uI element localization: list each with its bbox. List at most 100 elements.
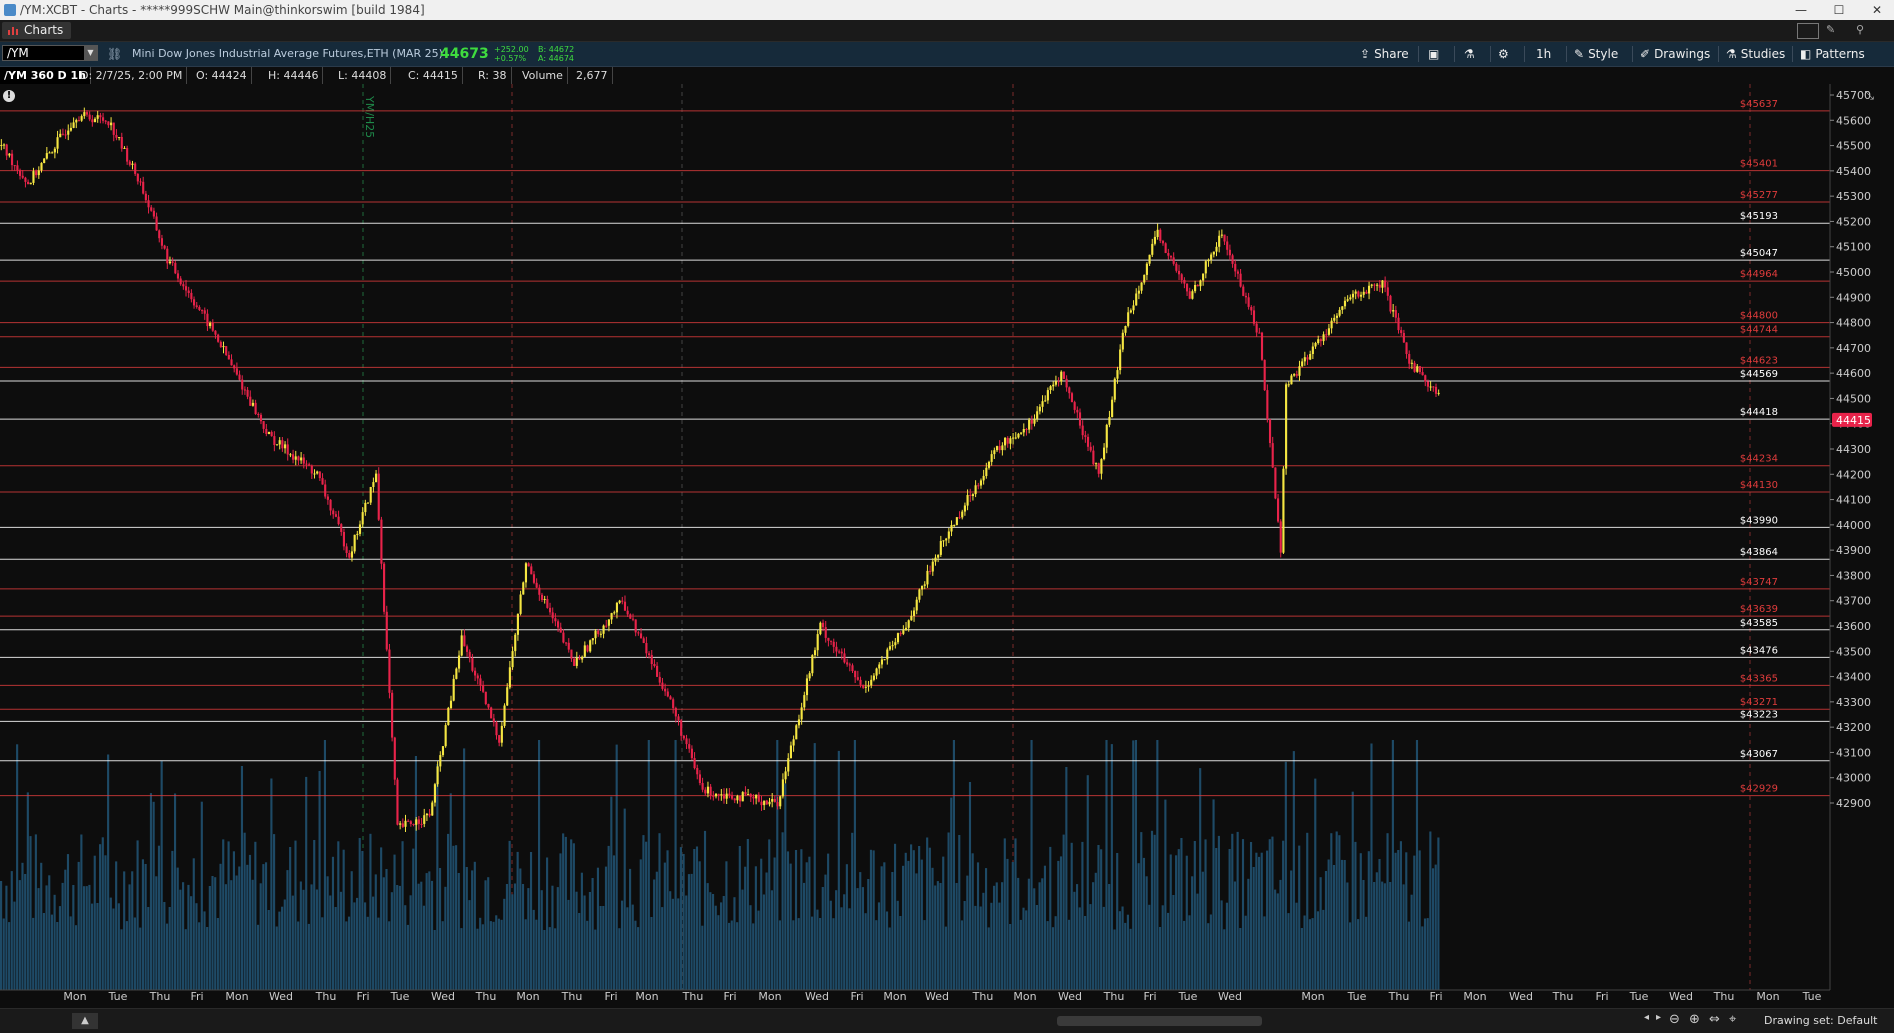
volume-bar (527, 888, 530, 990)
volume-bar (1381, 881, 1384, 990)
layout-box-icon[interactable] (1797, 23, 1819, 39)
candle-body (1319, 339, 1322, 342)
candle-body (1408, 354, 1411, 364)
candle-body (474, 670, 477, 676)
volume-bar (856, 888, 859, 990)
candle-body (706, 786, 710, 794)
volume-bar (299, 881, 302, 990)
link-icon[interactable]: ⛓ (107, 42, 122, 66)
candle-body (1070, 393, 1074, 403)
volume-bar (1110, 744, 1113, 990)
volume-bar (1332, 865, 1336, 990)
candle-body (1260, 332, 1264, 360)
volume-bar (663, 862, 666, 990)
volume-bar (398, 885, 401, 990)
candle-body (776, 802, 779, 807)
candle-body (1330, 320, 1333, 329)
time-tick-label: Mon (758, 990, 781, 1000)
candle-body (605, 625, 608, 627)
candle-body (393, 737, 396, 780)
minimize-button[interactable]: — (1784, 0, 1818, 20)
candle-body (1293, 374, 1296, 376)
candle-body (1333, 317, 1336, 321)
candle-body (985, 467, 988, 476)
candle-body (139, 181, 142, 183)
candle-body (262, 421, 265, 429)
volume-bar (152, 801, 155, 990)
zoom-out-icon[interactable]: ⊖ (1669, 1012, 1680, 1027)
volume-bar (1113, 929, 1116, 990)
flask-button[interactable]: ⚗ (1464, 42, 1475, 66)
volume-bar (1405, 852, 1408, 990)
volume-bar (1124, 922, 1127, 990)
price-tick-label: 43600 (1836, 620, 1871, 633)
price-level-label: $43067 (1740, 749, 1778, 760)
volume-bar (1298, 845, 1301, 990)
volume-bar (1351, 791, 1354, 990)
candle-body (1172, 257, 1175, 264)
volume-bar (176, 867, 179, 990)
scroll-left-icon[interactable]: ◂ (1644, 1012, 1649, 1023)
time-tick-label: Fri (190, 990, 203, 1000)
bid-ask: B: 44672 A: 44674 (538, 45, 574, 63)
volume-bar (13, 901, 16, 990)
chart-canvas[interactable]: YM/H25 $45637 $45401 $45277 $45193 $45047 $449… (0, 84, 1894, 1000)
volume-bar (26, 792, 29, 990)
studies-button[interactable]: ⚗ Studies (1726, 42, 1785, 66)
collapse-icon[interactable]: ⤡ (1864, 88, 1874, 103)
volume-bar (1022, 907, 1025, 990)
pin-icon[interactable]: ✎ (1826, 23, 1846, 37)
crosshair-icon[interactable]: ⌖ (1729, 1012, 1736, 1027)
volume-bar (1300, 928, 1303, 990)
pan-icon[interactable]: ⇔ (1709, 1012, 1720, 1027)
separator (1792, 46, 1793, 62)
patterns-button[interactable]: ◧ Patterns (1800, 42, 1865, 66)
volume-bar (1207, 923, 1210, 990)
chevron-down-icon[interactable]: ▼ (84, 46, 97, 60)
screenshot-button[interactable]: ▣ (1428, 42, 1439, 66)
candle-body (1327, 328, 1330, 335)
candle-body (792, 739, 795, 746)
time-tick-label: Thu (149, 990, 171, 1000)
volume-bar (877, 902, 881, 990)
zoom-in-icon[interactable]: ⊕ (1689, 1012, 1700, 1027)
volume-bar (1204, 839, 1207, 990)
time-tick-label: Wed (925, 990, 949, 1000)
volume-bar (101, 837, 104, 990)
drawing-set-label[interactable]: Drawing set: Default (1764, 1009, 1877, 1033)
volume-bar (99, 844, 102, 990)
style-button[interactable]: ✎ Style (1574, 42, 1618, 66)
candle-body (214, 330, 217, 335)
candle-body (1402, 333, 1405, 343)
candle-body (698, 774, 701, 783)
candle-body (1111, 399, 1114, 417)
price-chart[interactable]: YM/H25 $45637 $45401 $45277 $45193 $45047 $449… (0, 84, 1894, 1000)
chart-scrollbar[interactable] (1057, 1016, 1262, 1026)
scroll-right-icon[interactable]: ▸ (1656, 1012, 1661, 1023)
candle-body (589, 640, 592, 652)
detach-icon[interactable]: ⚲ (1856, 23, 1876, 37)
candle-body (10, 153, 14, 166)
candle-body (875, 668, 878, 676)
timeframe-button[interactable]: 1h (1536, 42, 1551, 66)
candle-body (1202, 273, 1205, 281)
volume-bar (939, 883, 942, 990)
expand-panel-button[interactable]: ▲ (72, 1013, 98, 1029)
volume-bar (283, 899, 286, 990)
candle-body (1086, 436, 1090, 447)
candle-body (374, 473, 378, 483)
alert-icon[interactable]: ! (3, 90, 15, 102)
drawings-button[interactable]: ✐ Drawings (1640, 42, 1710, 66)
share-button[interactable]: ⇪ Share (1360, 42, 1409, 66)
close-button[interactable]: ✕ (1860, 0, 1894, 20)
candle-body (1124, 326, 1127, 333)
candle-body (712, 795, 715, 797)
candle-body (1180, 274, 1183, 280)
charts-tab[interactable]: Charts (2, 22, 72, 39)
volume-bar (117, 903, 120, 990)
maximize-button[interactable]: ☐ (1822, 0, 1856, 20)
candle-body (696, 768, 699, 775)
settings-button[interactable]: ⚙ (1498, 42, 1509, 66)
volume-bar (273, 834, 276, 990)
candle-body (1164, 243, 1167, 253)
